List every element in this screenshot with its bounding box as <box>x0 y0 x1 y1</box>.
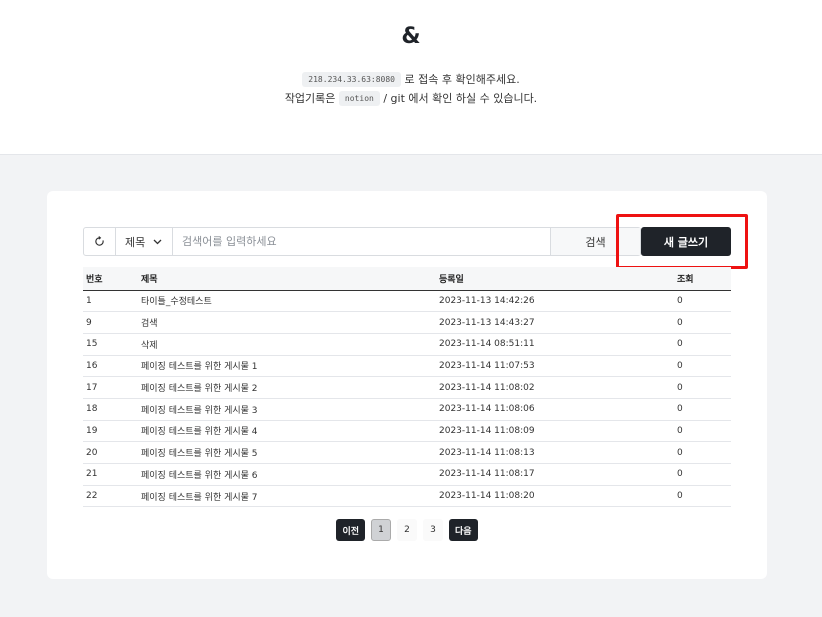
row-title[interactable]: 페이징 테스트를 위한 게시물 6 <box>138 463 436 486</box>
row-date: 2023-11-14 11:08:06 <box>436 398 674 421</box>
row-views: 0 <box>674 311 731 334</box>
next-page-button[interactable]: 다음 <box>449 519 478 541</box>
row-number: 16 <box>83 355 138 378</box>
row-views: 0 <box>674 355 731 378</box>
table-row[interactable]: 1 타이틀_수정테스트 2023-11-13 14:42:26 0 <box>83 290 731 313</box>
row-title[interactable]: 페이징 테스트를 위한 게시물 4 <box>138 420 436 443</box>
row-date: 2023-11-14 11:08:20 <box>436 485 674 508</box>
row-title[interactable]: 페이징 테스트를 위한 게시물 1 <box>138 355 436 378</box>
row-number: 18 <box>83 398 138 421</box>
row-number: 17 <box>83 376 138 399</box>
row-views: 0 <box>674 441 731 464</box>
row-title[interactable]: 타이틀_수정테스트 <box>138 290 436 313</box>
row-date: 2023-11-14 11:08:13 <box>436 441 674 464</box>
prev-page-button[interactable]: 이전 <box>336 519 365 541</box>
row-views: 0 <box>674 290 731 313</box>
row-title[interactable]: 삭제 <box>138 333 436 356</box>
header-date: 등록일 <box>436 267 674 291</box>
header-views: 조회 <box>674 267 731 291</box>
chevron-down-icon <box>153 239 162 244</box>
table-row[interactable]: 16 페이징 테스트를 위한 게시물 1 2023-11-14 11:07:53… <box>83 355 731 378</box>
row-views: 0 <box>674 398 731 421</box>
row-number: 19 <box>83 420 138 443</box>
table-row[interactable]: 22 페이징 테스트를 위한 게시물 7 2023-11-14 11:08:20… <box>83 485 731 508</box>
row-title[interactable]: 페이징 테스트를 위한 게시물 5 <box>138 441 436 464</box>
row-date: 2023-11-13 14:42:26 <box>436 290 674 313</box>
header-title: 제목 <box>138 267 436 291</box>
row-date: 2023-11-14 11:07:53 <box>436 355 674 378</box>
row-views: 0 <box>674 485 731 508</box>
new-post-button[interactable]: 새 글쓰기 <box>641 227 731 256</box>
post-table: 번호 제목 등록일 조회 1 타이틀_수정테스트 2023-11-13 14:4… <box>83 267 731 508</box>
search-button[interactable]: 검색 <box>550 228 640 255</box>
row-title[interactable]: 검색 <box>138 311 436 334</box>
row-title[interactable]: 페이징 테스트를 위한 게시물 3 <box>138 398 436 421</box>
table-row[interactable]: 17 페이징 테스트를 위한 게시물 2 2023-11-14 11:08:02… <box>83 376 731 399</box>
row-number: 9 <box>83 311 138 334</box>
search-input[interactable] <box>173 228 550 255</box>
worklog-suffix: / git 에서 확인 하실 수 있습니다. <box>383 92 538 105</box>
board-card: 제목 검색 새 글쓰기 번호 제목 등록일 조회 1 타이틀_수정테스트 202… <box>47 191 767 579</box>
page-button-2[interactable]: 2 <box>397 519 417 541</box>
table-row[interactable]: 21 페이징 테스트를 위한 게시물 6 2023-11-14 11:08:17… <box>83 463 731 486</box>
table-header-row: 번호 제목 등록일 조회 <box>83 267 731 291</box>
pagination: 이전 1 2 3 다음 <box>47 519 767 541</box>
table-row[interactable]: 18 페이징 테스트를 위한 게시물 3 2023-11-14 11:08:06… <box>83 398 731 421</box>
notion-code: notion <box>338 91 380 106</box>
row-views: 0 <box>674 333 731 356</box>
refresh-icon <box>95 236 104 246</box>
row-date: 2023-11-13 14:43:27 <box>436 311 674 334</box>
row-views: 0 <box>674 376 731 399</box>
row-number: 22 <box>83 485 138 508</box>
row-views: 0 <box>674 463 731 486</box>
row-title[interactable]: 페이징 테스트를 위한 게시물 2 <box>138 376 436 399</box>
row-number: 1 <box>83 290 138 313</box>
table-row[interactable]: 20 페이징 테스트를 위한 게시물 5 2023-11-14 11:08:13… <box>83 441 731 464</box>
refresh-button[interactable] <box>84 228 116 255</box>
header-number: 번호 <box>83 267 138 291</box>
search-bar: 제목 검색 <box>83 227 641 256</box>
worklog-notice: 작업기록은 notion / git 에서 확인 하실 수 있습니다. <box>0 90 822 106</box>
row-date: 2023-11-14 08:51:11 <box>436 333 674 356</box>
row-date: 2023-11-14 11:08:09 <box>436 420 674 443</box>
server-address: 218.234.33.63:8080 <box>302 72 401 87</box>
page-button-1[interactable]: 1 <box>371 519 391 541</box>
row-number: 15 <box>83 333 138 356</box>
page-button-3[interactable]: 3 <box>423 519 443 541</box>
row-date: 2023-11-14 11:08:17 <box>436 463 674 486</box>
table-row[interactable]: 15 삭제 2023-11-14 08:51:11 0 <box>83 333 731 356</box>
worklog-prefix: 작업기록은 <box>284 92 336 105</box>
access-notice: 218.234.33.63:8080 로 접속 후 확인해주세요. <box>0 71 822 87</box>
row-title[interactable]: 페이징 테스트를 위한 게시물 7 <box>138 485 436 508</box>
table-row[interactable]: 19 페이징 테스트를 위한 게시물 4 2023-11-14 11:08:09… <box>83 420 731 443</box>
row-date: 2023-11-14 11:08:02 <box>436 376 674 399</box>
table-row[interactable]: 9 검색 2023-11-13 14:43:27 0 <box>83 311 731 334</box>
site-logo[interactable]: & <box>0 24 822 49</box>
search-field-select[interactable]: 제목 <box>116 228 173 255</box>
select-value: 제목 <box>125 235 146 249</box>
row-number: 21 <box>83 463 138 486</box>
row-number: 20 <box>83 441 138 464</box>
row-views: 0 <box>674 420 731 443</box>
access-notice-text: 로 접속 후 확인해주세요. <box>404 73 520 86</box>
page-header: & 218.234.33.63:8080 로 접속 후 확인해주세요. 작업기록… <box>0 0 822 155</box>
